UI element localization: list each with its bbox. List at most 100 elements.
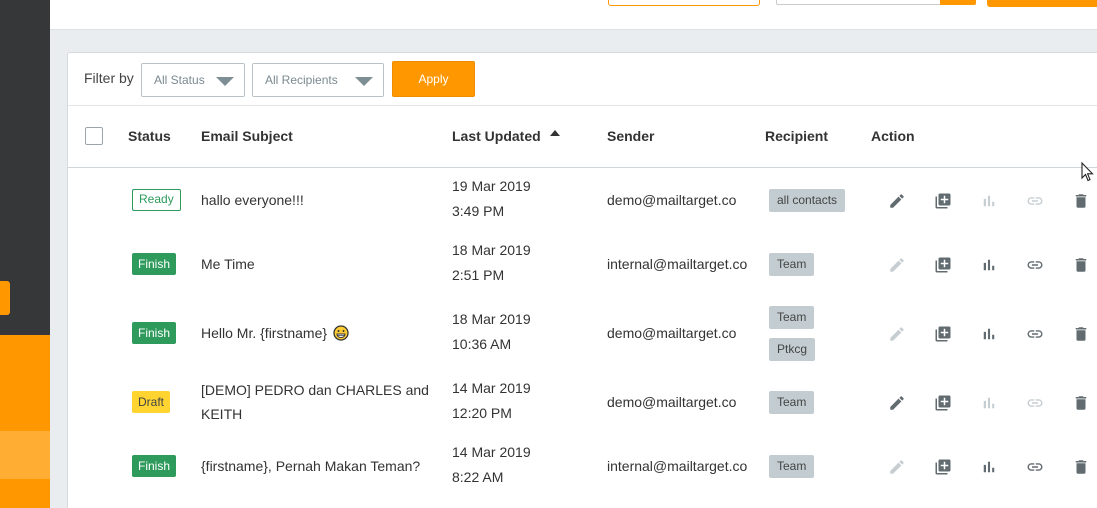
- duplicate-button[interactable]: [920, 391, 966, 415]
- status-filter-select[interactable]: All Status: [141, 63, 245, 97]
- time-text: 8:22 AM: [452, 469, 504, 485]
- left-sidebar: [0, 0, 50, 508]
- caret-down-icon: [216, 77, 234, 86]
- status-badge: Finish: [132, 322, 177, 344]
- recipient-tag: Team: [769, 455, 815, 478]
- campaign-table-card: Filter by All Status All Recipients Appl…: [67, 52, 1097, 508]
- time-text: 3:49 PM: [452, 203, 505, 219]
- delete-button[interactable]: [1058, 455, 1097, 479]
- edit-button[interactable]: [874, 455, 920, 479]
- last-updated: 19 Mar 2019 3:49 PM: [452, 174, 531, 224]
- last-updated: 14 Mar 2019 8:22 AM: [452, 440, 531, 490]
- edit-button[interactable]: [874, 322, 920, 346]
- link-button[interactable]: [1012, 253, 1058, 277]
- duplicate-button[interactable]: [920, 455, 966, 479]
- delete-button[interactable]: [1058, 253, 1097, 277]
- apply-button[interactable]: Apply: [392, 61, 475, 97]
- email-subject[interactable]: Me Time: [201, 252, 431, 276]
- row-actions: [874, 322, 1097, 346]
- pencil-icon: [890, 396, 904, 410]
- duplicate-button[interactable]: [920, 253, 966, 277]
- header-subject[interactable]: Email Subject: [201, 128, 293, 144]
- sender-email: internal@mailtarget.co: [607, 256, 748, 272]
- link-button[interactable]: [1012, 455, 1058, 479]
- filter-label: Filter by: [84, 70, 134, 86]
- bar-chart-icon: [983, 195, 995, 207]
- report-button[interactable]: [966, 391, 1012, 415]
- date-text: 14 Mar 2019: [452, 380, 531, 396]
- last-updated: 18 Mar 2019 10:36 AM: [452, 307, 531, 357]
- report-button[interactable]: [966, 322, 1012, 346]
- date-text: 18 Mar 2019: [452, 311, 531, 327]
- email-subject-text: Hello Mr. {firstname}: [201, 325, 328, 341]
- sender-email: internal@mailtarget.co: [607, 458, 748, 474]
- duplicate-icon: [935, 459, 951, 475]
- link-icon: [1027, 261, 1043, 269]
- report-button[interactable]: [966, 189, 1012, 213]
- delete-button[interactable]: [1058, 189, 1097, 213]
- trash-icon: [1075, 258, 1087, 272]
- recipient-tag: Team: [769, 253, 815, 276]
- select-all-checkbox[interactable]: [85, 127, 103, 145]
- header-search-button[interactable]: [940, 0, 976, 5]
- date-text: 19 Mar 2019: [452, 178, 531, 194]
- header-outline-button[interactable]: [608, 0, 760, 6]
- duplicate-icon: [935, 395, 951, 411]
- last-updated: 14 Mar 2019 12:20 PM: [452, 376, 531, 426]
- link-icon: [1027, 463, 1043, 471]
- recipient-filter-select[interactable]: All Recipients: [252, 63, 384, 97]
- recipient-tag: Ptkcg: [769, 338, 816, 361]
- header-sender[interactable]: Sender: [607, 128, 654, 144]
- row-actions: [874, 189, 1097, 213]
- pencil-icon: [890, 460, 904, 474]
- edit-button[interactable]: [874, 253, 920, 277]
- duplicate-button[interactable]: [920, 322, 966, 346]
- sidebar-highlight-item[interactable]: [0, 431, 50, 479]
- email-subject[interactable]: {firstname}, Pernah Makan Teman?: [201, 454, 431, 478]
- link-icon: [1027, 197, 1043, 205]
- last-updated: 18 Mar 2019 2:51 PM: [452, 238, 531, 288]
- link-button[interactable]: [1012, 189, 1058, 213]
- caret-down-icon: [355, 77, 373, 86]
- bar-chart-icon: [983, 259, 995, 271]
- pencil-icon: [890, 194, 904, 208]
- sender-email: demo@mailtarget.co: [607, 192, 737, 208]
- pencil-icon: [890, 258, 904, 272]
- sort-ascending-icon[interactable]: [550, 130, 560, 136]
- report-button[interactable]: [966, 455, 1012, 479]
- status-badge: Finish: [132, 253, 177, 275]
- header-primary-button[interactable]: [987, 0, 1097, 7]
- row-actions: [874, 455, 1097, 479]
- header-search-input[interactable]: [776, 0, 942, 5]
- sidebar-active-tab[interactable]: [0, 281, 10, 315]
- email-subject[interactable]: Hello Mr. {firstname}: [201, 321, 431, 345]
- header-last-updated[interactable]: Last Updated: [452, 128, 541, 144]
- recipient-filter-value: All Recipients: [265, 73, 338, 87]
- status-filter-value: All Status: [154, 73, 205, 87]
- status-badge: Finish: [132, 455, 177, 477]
- bar-chart-icon: [983, 397, 995, 409]
- duplicate-button[interactable]: [920, 189, 966, 213]
- filter-bar: Filter by All Status All Recipients Appl…: [68, 53, 1097, 106]
- email-subject[interactable]: hallo everyone!!!: [201, 188, 431, 212]
- link-icon: [1027, 330, 1043, 338]
- edit-button[interactable]: [874, 391, 920, 415]
- sender-email: demo@mailtarget.co: [607, 325, 737, 341]
- delete-button[interactable]: [1058, 391, 1097, 415]
- sidebar-orange-panel: [0, 335, 50, 508]
- link-icon: [1027, 399, 1043, 407]
- edit-button[interactable]: [874, 189, 920, 213]
- duplicate-icon: [935, 257, 951, 273]
- link-button[interactable]: [1012, 322, 1058, 346]
- header-recipient[interactable]: Recipient: [765, 128, 828, 144]
- report-button[interactable]: [966, 253, 1012, 277]
- status-badge: Draft: [132, 391, 171, 413]
- delete-button[interactable]: [1058, 322, 1097, 346]
- pencil-icon: [890, 327, 904, 341]
- row-actions: [874, 391, 1097, 415]
- trash-icon: [1075, 460, 1087, 474]
- header-status[interactable]: Status: [128, 128, 171, 144]
- email-subject[interactable]: [DEMO] PEDRO dan CHARLES and KEITH: [201, 378, 431, 426]
- sender-email: demo@mailtarget.co: [607, 394, 737, 410]
- link-button[interactable]: [1012, 391, 1058, 415]
